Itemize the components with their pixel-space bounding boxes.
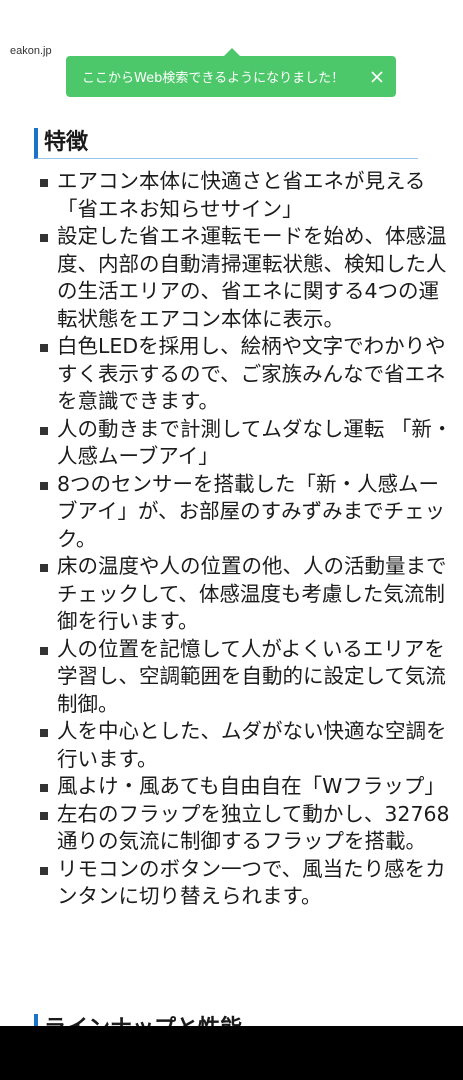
bullet-icon <box>40 811 48 820</box>
list-item: 設定した省エネ運転モードを始め、体感温度、内部の自動清掃運転状態、検知した人の生… <box>38 223 453 333</box>
features-list: エアコン本体に快適さと省エネが見える「省エネお知らせサイン」 設定した省エネ運転… <box>38 168 453 911</box>
features-title: 特徴 <box>44 130 89 155</box>
web-search-toast: ここからWeb検索できるようになりました！ <box>66 48 396 97</box>
bullet-icon <box>40 564 48 572</box>
toast-pointer <box>224 48 240 56</box>
bullet-icon <box>40 784 48 792</box>
list-item: エアコン本体に快適さと省エネが見える「省エネお知らせサイン」 <box>38 168 453 223</box>
features-section-header: 特徴 <box>34 128 418 159</box>
list-item: 白色LEDを採用し、絵柄や文字でわかりやすく表示するので、ご家族みんなで省エネを… <box>38 333 453 416</box>
bullet-icon <box>40 646 48 655</box>
list-item: 8つのセンサーを搭載した「新・人感ムーブアイ」が、お部屋のすみずみまでチェック。 <box>38 471 453 554</box>
bullet-icon <box>40 866 48 875</box>
bullet-icon <box>40 426 48 435</box>
toast-message: ここからWeb検索できるようになりました！ <box>82 71 345 86</box>
list-item: 左右のフラップを独立して動かし、32768通りの気流に制御するフラップを搭載。 <box>38 801 453 856</box>
bullet-icon <box>40 481 48 490</box>
bullet-icon <box>40 344 48 352</box>
list-item: 床の温度や人の位置の他、人の活動量までチェックして、体感温度も考慮した気流制御を… <box>38 553 453 636</box>
bullet-icon <box>40 234 48 242</box>
list-item: 風よけ・風あても自由自在「Wフラップ」 <box>38 773 453 801</box>
close-icon[interactable] <box>370 70 384 84</box>
navigation-bar <box>0 1026 463 1080</box>
list-item: 人の位置を記憶して人がよくいるエリアを学習し、空調範囲を自動的に設定して気流制御… <box>38 636 453 719</box>
toast-body: ここからWeb検索できるようになりました！ <box>66 56 396 97</box>
site-domain-label: eakon.jp <box>10 45 52 57</box>
list-item: 人を中心とした、ムダがない快適な空調を行います。 <box>38 718 453 773</box>
list-item: 人の動きまで計測してムダなし運転 「新・人感ムーブアイ」 <box>38 416 453 471</box>
bullet-icon <box>40 729 48 737</box>
list-item: リモコンのボタン一つで、風当たり感をカンタンに切り替えられます。 <box>38 856 453 911</box>
bullet-icon <box>40 179 48 187</box>
